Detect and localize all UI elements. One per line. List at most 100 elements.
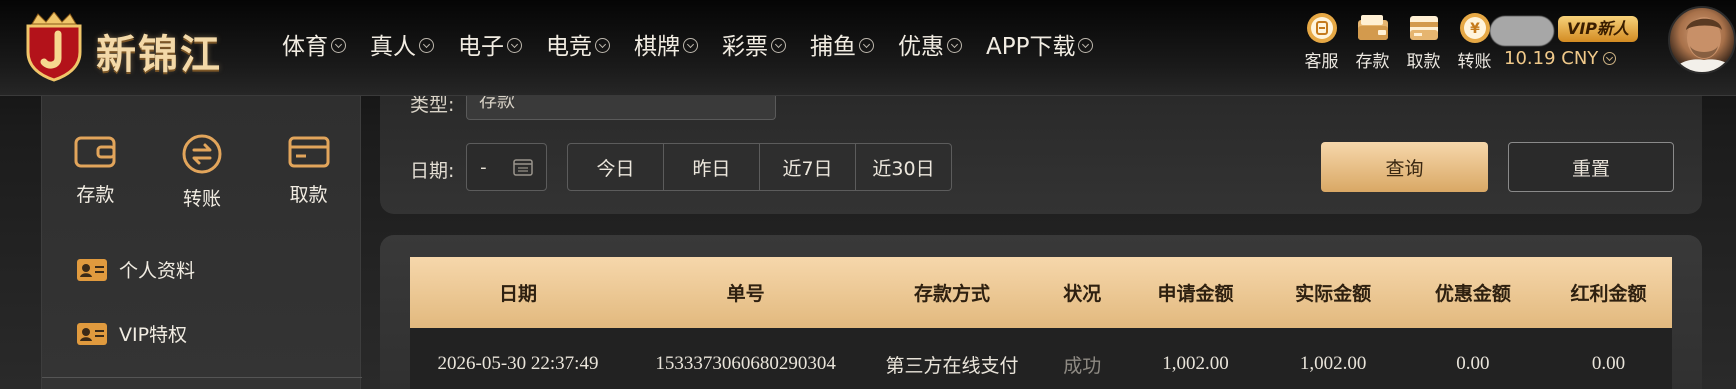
chevron-down-icon bbox=[1603, 52, 1617, 65]
date-separator: - bbox=[480, 156, 487, 178]
table-row[interactable]: 2026-05-30 22:37:49 1533373060680290304 … bbox=[410, 328, 1672, 389]
nav-item-fishing[interactable]: 捕鱼 bbox=[810, 27, 874, 61]
cell-order-number: 1533373060680290304 bbox=[655, 353, 836, 374]
cell-bonus-amount: 0.00 bbox=[1591, 353, 1626, 374]
transfer-coin-icon: ¥ bbox=[1459, 13, 1490, 43]
query-button[interactable]: 查询 bbox=[1321, 142, 1488, 192]
nav-label: 电子 bbox=[458, 34, 504, 60]
chevron-down-icon bbox=[771, 37, 786, 53]
wallet-balance[interactable]: 10.19 CNY bbox=[1504, 48, 1617, 69]
reset-button[interactable]: 重置 bbox=[1508, 142, 1674, 192]
wallet-icon bbox=[74, 136, 116, 168]
logo-text: 新锦江 bbox=[96, 32, 222, 78]
vip-badge[interactable]: VIP新人 bbox=[1558, 16, 1638, 42]
avatar[interactable] bbox=[1668, 6, 1736, 74]
quick-link-deposit[interactable]: 存款 bbox=[1347, 12, 1398, 72]
quick-link-label: 转账 bbox=[1457, 52, 1492, 72]
username-redacted bbox=[1490, 16, 1554, 46]
nav-label: 电竞 bbox=[546, 34, 592, 60]
sidebar-item-label: 个人资料 bbox=[119, 260, 196, 282]
site-logo[interactable]: 新锦江 bbox=[20, 6, 250, 88]
sidebar-action-label: 取款 bbox=[289, 184, 328, 206]
cell-date: 2026-05-30 22:37:49 bbox=[437, 353, 599, 374]
svg-text:¥: ¥ bbox=[1470, 21, 1480, 37]
chevron-down-icon bbox=[859, 37, 874, 53]
cell-promo-amount: 0.00 bbox=[1456, 353, 1490, 374]
quick-link-customer-service[interactable]: 客服 bbox=[1296, 12, 1347, 72]
main-nav: 体育 真人 电子 电竞 棋牌 彩票 捕鱼 优惠 APP下载 bbox=[282, 0, 1117, 88]
last-7-days-button[interactable]: 近7日 bbox=[759, 143, 856, 191]
nav-label: 捕鱼 bbox=[810, 34, 856, 60]
nav-item-sports[interactable]: 体育 bbox=[282, 27, 346, 61]
quick-link-label: 客服 bbox=[1304, 52, 1339, 72]
chevron-down-icon bbox=[595, 37, 610, 53]
cell-requested-amount: 1,002.00 bbox=[1162, 353, 1229, 374]
card-icon bbox=[288, 136, 330, 168]
table-header-row: 日期 单号 存款方式 状况 申请金额 实际金额 优惠金额 红利金额 bbox=[410, 257, 1672, 328]
nav-label: 真人 bbox=[370, 34, 416, 60]
chevron-down-icon bbox=[947, 37, 962, 53]
quick-link-withdraw[interactable]: 取款 bbox=[1398, 12, 1449, 72]
sidebar-item-label: VIP特权 bbox=[119, 324, 188, 346]
nav-label: 优惠 bbox=[898, 34, 944, 60]
cell-status: 成功 bbox=[1063, 354, 1102, 377]
nav-label: 彩票 bbox=[722, 34, 768, 60]
nav-label: APP下载 bbox=[986, 34, 1076, 60]
last-30-days-button[interactable]: 近30日 bbox=[855, 143, 952, 191]
balance-value: 10.19 CNY bbox=[1504, 48, 1599, 69]
chevron-down-icon bbox=[331, 37, 346, 53]
column-header[interactable]: 状况 bbox=[1039, 257, 1126, 328]
profile-card-icon bbox=[77, 258, 107, 281]
quick-date-buttons: 今日 昨日 近7日 近30日 bbox=[567, 143, 952, 191]
chevron-down-icon bbox=[1078, 37, 1094, 53]
chevron-down-icon bbox=[507, 37, 522, 53]
column-header[interactable]: 日期 bbox=[410, 257, 626, 328]
withdraw-card-icon bbox=[1409, 16, 1438, 40]
nav-label: 体育 bbox=[282, 34, 328, 60]
sidebar-quick-actions: 存款 转账 取款 bbox=[42, 134, 362, 211]
chevron-down-icon bbox=[419, 37, 434, 53]
nav-item-live-casino[interactable]: 真人 bbox=[370, 27, 434, 61]
deposit-records-table: 日期 单号 存款方式 状况 申请金额 实际金额 优惠金额 红利金额 2026-0… bbox=[410, 257, 1672, 389]
transfer-icon bbox=[182, 134, 222, 174]
vip-card-icon bbox=[77, 322, 107, 345]
nav-item-cards[interactable]: 棋牌 bbox=[634, 27, 698, 61]
account-sidebar: 存款 转账 取款 个人资料 VIP特权 bbox=[41, 96, 362, 389]
today-button[interactable]: 今日 bbox=[567, 143, 664, 191]
nav-item-lottery[interactable]: 彩票 bbox=[722, 27, 786, 61]
records-panel: 日期 单号 存款方式 状况 申请金额 实际金额 优惠金额 红利金额 2026-0… bbox=[380, 235, 1702, 389]
sidebar-action-deposit[interactable]: 存款 bbox=[42, 134, 149, 211]
nav-item-app-download[interactable]: APP下载 bbox=[986, 27, 1094, 61]
nav-item-esports[interactable]: 电竞 bbox=[546, 27, 610, 61]
sidebar-action-label: 存款 bbox=[76, 184, 115, 206]
quick-link-label: 取款 bbox=[1406, 52, 1441, 72]
filter-panel: 类型: 存款 日期: - 今日 昨日 近7日 近30日 查询 重置 bbox=[380, 90, 1702, 214]
nav-item-slots[interactable]: 电子 bbox=[458, 27, 522, 61]
sidebar-action-label: 转账 bbox=[183, 188, 222, 210]
sidebar-action-withdraw[interactable]: 取款 bbox=[255, 134, 362, 211]
column-header[interactable]: 申请金额 bbox=[1126, 257, 1266, 328]
column-header[interactable]: 实际金额 bbox=[1265, 257, 1401, 328]
quick-link-label: 存款 bbox=[1355, 52, 1390, 72]
calendar-icon bbox=[513, 159, 533, 176]
sidebar-action-transfer[interactable]: 转账 bbox=[149, 134, 256, 211]
quick-links: 客服 存款 取款 ¥ 转账 bbox=[1296, 12, 1500, 72]
chevron-down-icon bbox=[683, 37, 698, 53]
column-header[interactable]: 优惠金额 bbox=[1401, 257, 1545, 328]
logo-emblem-icon bbox=[26, 12, 82, 82]
customer-service-icon bbox=[1306, 13, 1337, 43]
nav-item-promotions[interactable]: 优惠 bbox=[898, 27, 962, 61]
user-photo bbox=[1672, 17, 1734, 72]
column-header[interactable]: 红利金额 bbox=[1545, 257, 1672, 328]
column-header[interactable]: 单号 bbox=[626, 257, 865, 328]
column-header[interactable]: 存款方式 bbox=[865, 257, 1039, 328]
date-range-input[interactable]: - bbox=[466, 143, 547, 191]
sidebar-item-vip[interactable]: VIP特权 bbox=[77, 320, 187, 347]
sidebar-divider bbox=[42, 377, 362, 378]
cell-deposit-method: 第三方在线支付 bbox=[885, 354, 1019, 377]
deposit-wallet-icon bbox=[1357, 15, 1388, 40]
sidebar-item-profile[interactable]: 个人资料 bbox=[77, 256, 195, 283]
yesterday-button[interactable]: 昨日 bbox=[663, 143, 760, 191]
cell-actual-amount: 1,002.00 bbox=[1299, 353, 1367, 374]
top-navigation-bar: 新锦江 体育 真人 电子 电竞 棋牌 彩票 捕鱼 优惠 APP下载 客服 存款 … bbox=[0, 0, 1736, 96]
